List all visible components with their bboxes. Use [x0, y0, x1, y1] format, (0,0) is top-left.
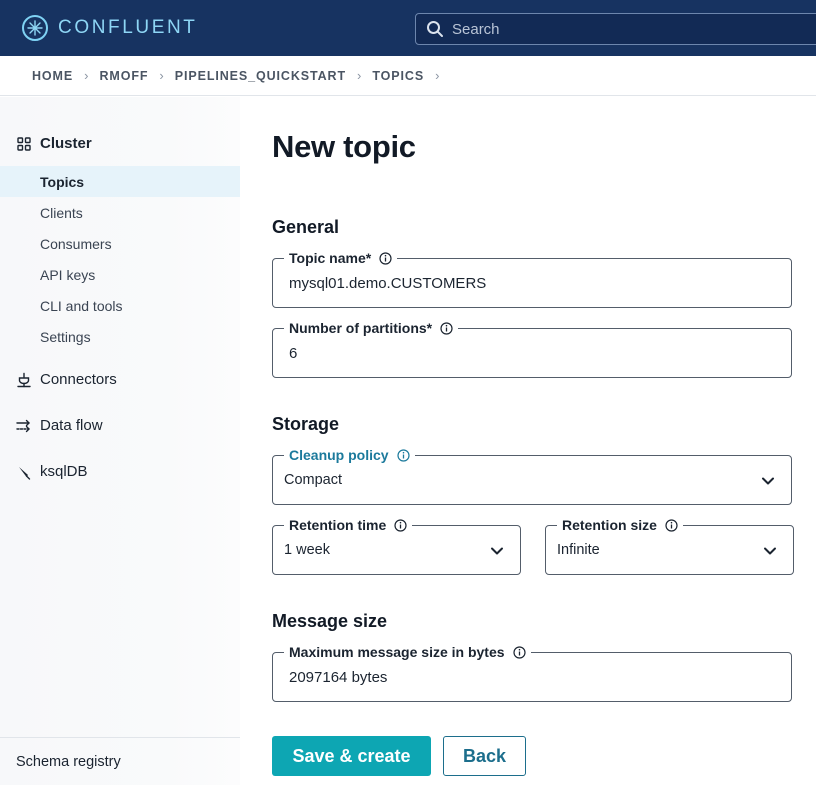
cleanup-policy-label: Cleanup policy: [284, 447, 415, 463]
sidebar-item-ksqldb[interactable]: ksqlDB: [16, 463, 88, 480]
retention-size-label: Retention size: [557, 517, 683, 533]
sidebar-item-cli-and-tools[interactable]: CLI and tools: [0, 290, 240, 321]
partitions-field[interactable]: Number of partitions* 6: [272, 320, 792, 378]
chevron-right-icon: ›: [159, 68, 164, 83]
max-message-size-label: Maximum message size in bytes: [284, 644, 531, 660]
back-button[interactable]: Back: [443, 736, 526, 776]
data-flow-icon: [16, 419, 30, 432]
sidebar-cluster-label: Cluster: [40, 135, 92, 152]
chevron-down-icon: [762, 477, 774, 485]
max-message-size-input[interactable]: 2097164 bytes: [289, 669, 387, 686]
sidebar-connectors-label: Connectors: [40, 371, 117, 388]
sidebar-cluster-heading[interactable]: Cluster: [16, 135, 92, 152]
section-heading-storage: Storage: [272, 414, 340, 434]
max-message-size-field[interactable]: Maximum message size in bytes 2097164 by…: [272, 644, 792, 702]
sidebar-item-api-keys[interactable]: API keys: [0, 259, 240, 290]
info-icon[interactable]: [379, 251, 392, 265]
sidebar-item-topics[interactable]: Topics: [0, 166, 240, 197]
section-heading-general: General: [272, 217, 340, 237]
sidebar-item-consumers[interactable]: Consumers: [0, 228, 240, 259]
topic-name-input[interactable]: mysql01.demo.CUSTOMERS: [289, 275, 486, 292]
retention-size-value: Infinite: [557, 542, 600, 558]
info-icon[interactable]: [440, 321, 453, 335]
sidebar: Cluster Topics Clients Consumers API key…: [0, 97, 240, 785]
breadcrumb-environment[interactable]: RMOFF: [99, 69, 148, 83]
top-header: CONFLUENT: [0, 0, 816, 56]
cleanup-policy-value: Compact: [284, 472, 343, 488]
retention-time-value: 1 week: [284, 542, 330, 558]
chevron-right-icon: ›: [84, 68, 89, 83]
sidebar-item-settings[interactable]: Settings: [0, 321, 240, 352]
search-icon: [427, 21, 443, 37]
topic-name-field[interactable]: Topic name* mysql01.demo.CUSTOMERS: [272, 250, 792, 308]
topic-name-label: Topic name*: [284, 250, 398, 266]
sidebar-item-connectors[interactable]: Connectors: [16, 371, 117, 388]
section-heading-message-size: Message size: [272, 611, 388, 631]
breadcrumb-topics[interactable]: TOPICS: [372, 69, 424, 83]
connector-plug-icon: [17, 372, 31, 387]
retention-size-select[interactable]: Retention size Infinite: [545, 517, 794, 575]
search-box[interactable]: [415, 13, 816, 45]
confluent-logo[interactable]: CONFLUENT: [22, 13, 198, 43]
chevron-right-icon: ›: [435, 68, 440, 83]
page-title: New topic: [272, 129, 416, 164]
search-input[interactable]: [452, 20, 792, 38]
info-icon[interactable]: [396, 448, 410, 462]
cleanup-policy-select[interactable]: Cleanup policy Compact: [272, 447, 792, 505]
partitions-label: Number of partitions*: [284, 320, 459, 336]
sidebar-data-flow-label: Data flow: [40, 417, 103, 434]
info-icon[interactable]: [665, 518, 678, 532]
breadcrumb-cluster[interactable]: PIPELINES_QUICKSTART: [175, 69, 346, 83]
partitions-input[interactable]: 6: [289, 345, 297, 362]
sidebar-item-clients[interactable]: Clients: [0, 197, 240, 228]
retention-time-label: Retention time: [284, 517, 413, 533]
ksqldb-feather-icon: [19, 466, 31, 480]
grid-icon: [17, 136, 31, 151]
breadcrumb-home[interactable]: HOME: [32, 69, 73, 83]
retention-time-select[interactable]: Retention time 1 week: [272, 517, 521, 575]
sidebar-item-schema-registry[interactable]: Schema registry: [0, 737, 240, 785]
chevron-right-icon: ›: [357, 68, 362, 83]
info-icon[interactable]: [394, 518, 407, 532]
save-and-create-button[interactable]: Save & create: [272, 736, 431, 776]
brand-name: CONFLUENT: [58, 17, 198, 38]
confluent-logo-icon: [22, 15, 48, 41]
sidebar-ksqldb-label: ksqlDB: [40, 463, 88, 480]
chevron-down-icon: [764, 547, 776, 555]
breadcrumb: HOME › RMOFF › PIPELINES_QUICKSTART › TO…: [0, 56, 816, 96]
sidebar-item-data-flow[interactable]: Data flow: [16, 417, 103, 434]
chevron-down-icon: [491, 547, 503, 555]
info-icon[interactable]: [512, 645, 526, 659]
